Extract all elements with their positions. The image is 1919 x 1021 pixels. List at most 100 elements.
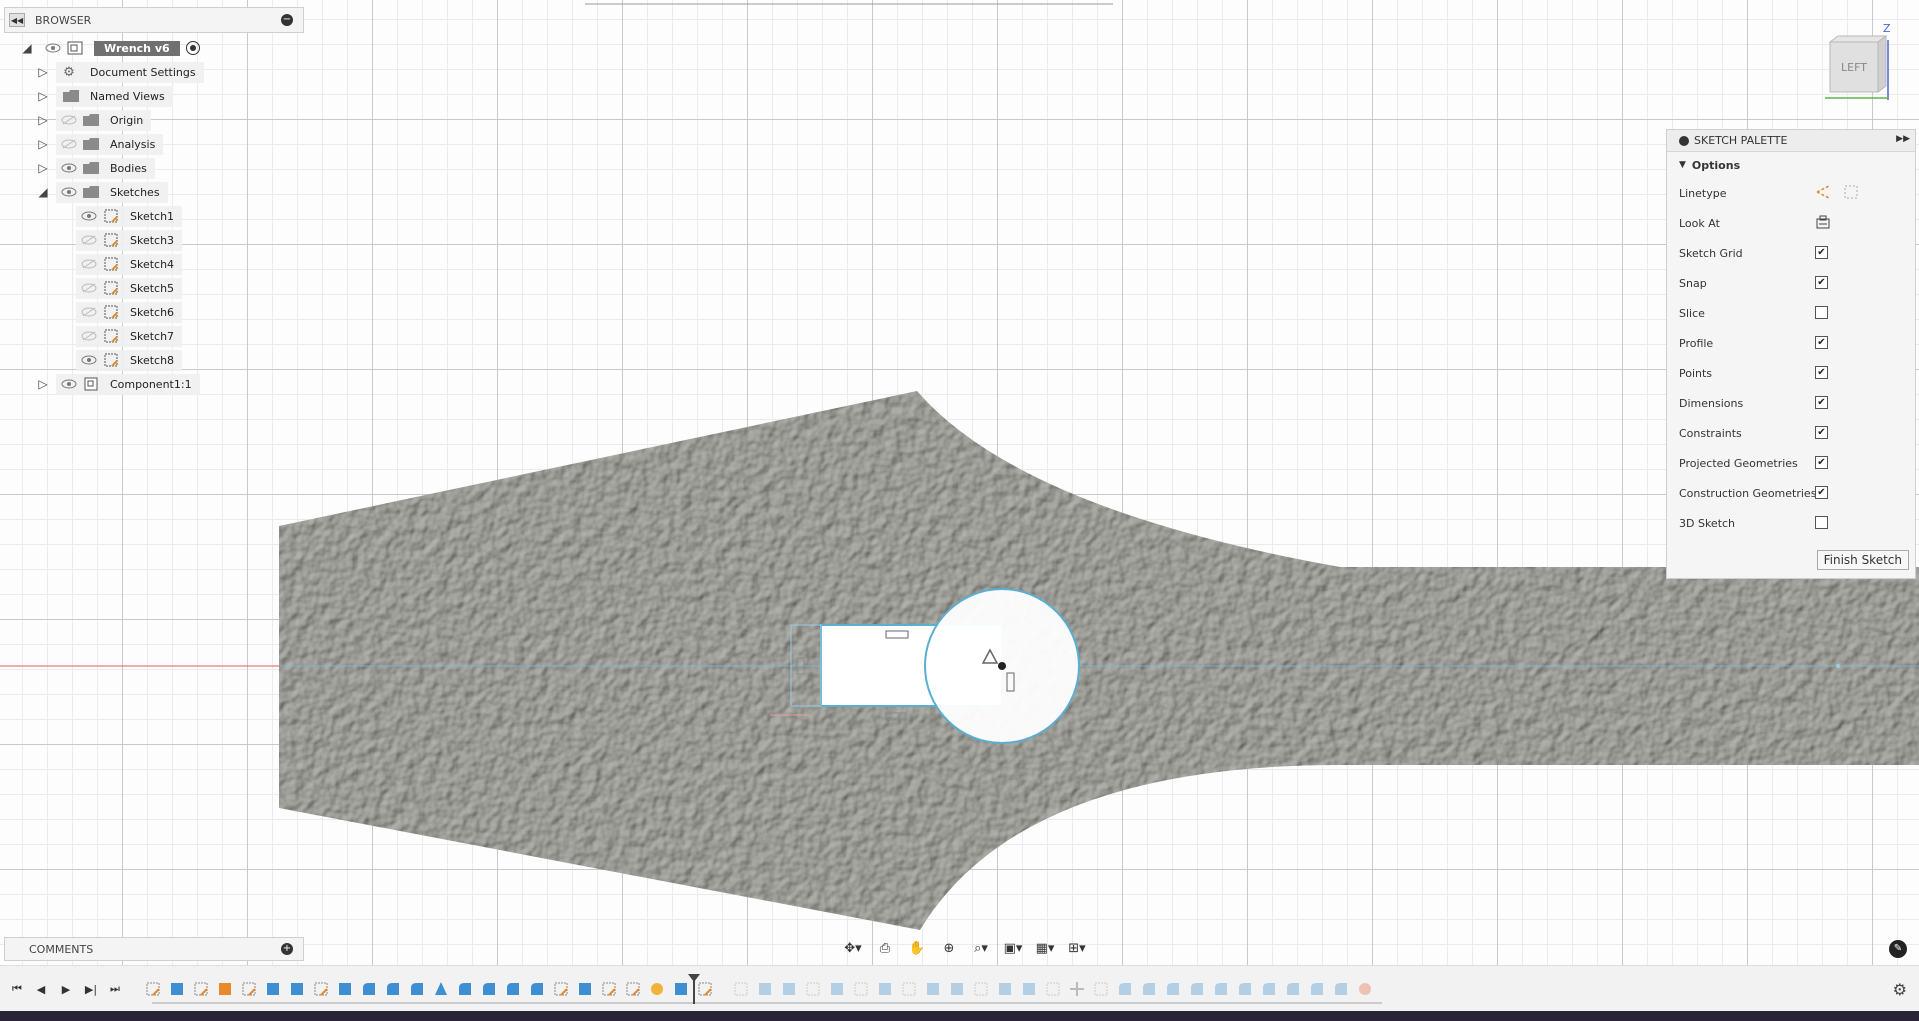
activate-radio-icon[interactable] [185, 41, 200, 55]
collapse-panel-button[interactable]: ◀◀ [9, 13, 25, 27]
suppressed-feature-icon[interactable] [1020, 980, 1038, 998]
sketch-feature-icon[interactable] [600, 980, 618, 998]
snap-checkbox[interactable]: ✔ [1815, 276, 1828, 289]
tree-item-named-views[interactable]: ▷ Named Views [36, 85, 173, 107]
eye-hidden-icon[interactable] [60, 138, 78, 150]
view-cube[interactable]: Z LEFT [1820, 20, 1900, 105]
fillet-feature-icon[interactable] [360, 980, 378, 998]
play-icon[interactable]: ▶ [57, 980, 75, 998]
emboss-feature-icon[interactable] [648, 980, 666, 998]
suppressed-feature-icon[interactable] [876, 980, 894, 998]
suppressed-feature-icon[interactable] [828, 980, 846, 998]
look-at-icon[interactable]: ⎙ [872, 939, 898, 957]
fillet-feature-icon[interactable] [480, 980, 498, 998]
eye-hidden-icon[interactable] [80, 282, 98, 294]
suppressed-fillet-icon[interactable] [1236, 980, 1254, 998]
tree-item-sketch[interactable]: Sketch7 [76, 325, 183, 347]
timeline-marker[interactable] [688, 974, 700, 1004]
expand-triangle-icon[interactable]: ▷ [36, 161, 50, 175]
eye-hidden-icon[interactable] [60, 114, 78, 126]
fillet-feature-icon[interactable] [384, 980, 402, 998]
eye-hidden-icon[interactable] [80, 258, 98, 270]
construction-linetype-icon[interactable] [1815, 184, 1831, 200]
wrench-model[interactable] [0, 0, 1919, 965]
root-label[interactable]: Wrench v6 [94, 40, 180, 56]
suppressed-sketch-icon[interactable] [852, 980, 870, 998]
points-checkbox[interactable]: ✔ [1815, 366, 1828, 379]
suppressed-feature-icon[interactable] [780, 980, 798, 998]
tree-item-sketch[interactable]: Sketch3 [76, 229, 183, 251]
zoom-icon[interactable]: ⊕ [936, 939, 962, 957]
centerline-linetype-icon[interactable] [1843, 184, 1859, 200]
fit-icon[interactable]: ⌕▾ [968, 939, 994, 957]
orbit-icon[interactable]: ✥▾ [840, 939, 866, 957]
suppressed-fillet-icon[interactable] [1140, 980, 1158, 998]
minimize-icon[interactable]: − [281, 14, 293, 26]
suppressed-sketch-icon[interactable] [804, 980, 822, 998]
construction-geometries-checkbox[interactable]: ✔ [1815, 486, 1828, 499]
profile-checkbox[interactable]: ✔ [1815, 336, 1828, 349]
gear-icon[interactable]: ⚙ [1893, 980, 1907, 999]
suppressed-fillet-icon[interactable] [1260, 980, 1278, 998]
suppressed-feature-icon[interactable] [948, 980, 966, 998]
suppressed-fillet-icon[interactable] [1188, 980, 1206, 998]
eye-hidden-icon[interactable] [80, 306, 98, 318]
look-at-icon[interactable] [1815, 214, 1831, 230]
go-to-start-icon[interactable]: ⏮ [8, 980, 26, 998]
eye-icon[interactable] [80, 354, 98, 366]
slice-checkbox[interactable] [1815, 306, 1828, 319]
sketch-feature-icon[interactable] [312, 980, 330, 998]
tree-item-sketch[interactable]: Sketch1 [76, 205, 183, 227]
extrude-feature-icon[interactable] [288, 980, 306, 998]
suppressed-appearance-icon[interactable] [1356, 980, 1374, 998]
draft-feature-icon[interactable] [432, 980, 450, 998]
tree-item-sketches[interactable]: ◢ Sketches [36, 181, 168, 203]
expand-triangle-icon[interactable]: ▷ [36, 113, 50, 127]
suppressed-sketch-icon[interactable] [1044, 980, 1062, 998]
go-to-end-icon[interactable]: ⏭ [106, 980, 124, 998]
combine-feature-icon[interactable] [216, 980, 234, 998]
eye-hidden-icon[interactable] [80, 234, 98, 246]
sketch-feature-icon[interactable] [552, 980, 570, 998]
extrude-feature-icon[interactable] [168, 980, 186, 998]
suppressed-sketch-icon[interactable] [1092, 980, 1110, 998]
tree-root[interactable]: ◢ Wrench v6 [20, 37, 200, 59]
sketch-feature-icon[interactable] [696, 980, 714, 998]
eye-icon[interactable] [60, 186, 78, 198]
step-forward-icon[interactable]: ▶| [82, 980, 100, 998]
extrude-feature-icon[interactable] [672, 980, 690, 998]
suppressed-fillet-icon[interactable] [1164, 980, 1182, 998]
expand-triangle-icon[interactable]: ▷ [36, 65, 50, 79]
fillet-feature-icon[interactable] [408, 980, 426, 998]
tree-item-origin[interactable]: ▷ Origin [36, 109, 152, 131]
projected-geometries-checkbox[interactable]: ✔ [1815, 456, 1828, 469]
constraints-checkbox[interactable]: ✔ [1815, 426, 1828, 439]
canvas-viewport[interactable] [0, 0, 1919, 965]
grid-settings-icon[interactable]: ▦▾ [1032, 939, 1058, 957]
suppressed-fillet-icon[interactable] [1116, 980, 1134, 998]
suppressed-feature-icon[interactable] [996, 980, 1014, 998]
sketch-feature-icon[interactable] [192, 980, 210, 998]
extrude-feature-icon[interactable] [264, 980, 282, 998]
extrude-feature-icon[interactable] [336, 980, 354, 998]
feedback-icon[interactable]: ✎ [1889, 940, 1907, 958]
expand-triangle-icon[interactable]: ▷ [36, 137, 50, 151]
eye-icon[interactable] [60, 162, 78, 174]
sketch-feature-icon[interactable] [144, 980, 162, 998]
sketch-grid-checkbox[interactable]: ✔ [1815, 246, 1828, 259]
collapse-triangle-icon[interactable]: ◢ [36, 185, 50, 199]
tree-item-document-settings[interactable]: ▷ ⚙ Document Settings [36, 61, 204, 83]
tree-item-sketch[interactable]: Sketch6 [76, 301, 183, 323]
suppressed-sketch-icon[interactable] [972, 980, 990, 998]
pan-hand-icon[interactable]: ✋ [904, 939, 930, 957]
suppressed-sketch-icon[interactable] [732, 980, 750, 998]
suppressed-move-icon[interactable] [1068, 980, 1086, 998]
suppressed-fillet-icon[interactable] [1284, 980, 1302, 998]
fillet-feature-icon[interactable] [528, 980, 546, 998]
tree-item-sketch[interactable]: Sketch5 [76, 277, 183, 299]
finish-sketch-button[interactable]: Finish Sketch [1816, 550, 1909, 570]
suppressed-fillet-icon[interactable] [1308, 980, 1326, 998]
tree-item-sketch[interactable]: Sketch8 [76, 349, 183, 371]
tree-item-sketch[interactable]: Sketch4 [76, 253, 183, 275]
extrude-feature-icon[interactable] [576, 980, 594, 998]
